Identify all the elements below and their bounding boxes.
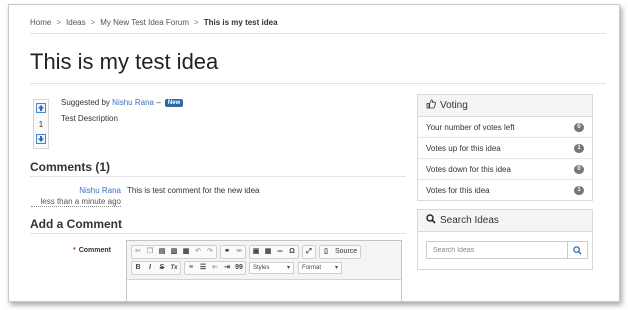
page-frame: Home > Ideas > My New Test Idea Forum > This i…: [8, 4, 620, 302]
strike-button[interactable]: S: [156, 262, 168, 274]
thumbs-up-icon: [426, 99, 436, 112]
search-input[interactable]: [426, 241, 568, 259]
cut-icon[interactable]: ✂: [132, 246, 144, 258]
undo-icon[interactable]: ↶: [192, 246, 204, 258]
page-title: This is my test idea: [30, 49, 219, 74]
vote-widget: 1: [33, 99, 49, 149]
insert-group: ▣ ▦ ═ Ω: [249, 245, 299, 259]
source-icon: ▯: [324, 248, 328, 255]
author-link[interactable]: Nishu Rana: [112, 98, 154, 107]
arrow-up-icon: [38, 105, 44, 111]
editor-toolbar-row-2: B I S Tx ≡ ☰ ⇤ ⇥ 99 Styles ▾ Format ▾: [131, 261, 346, 275]
unlink-icon[interactable]: ⚮: [233, 246, 245, 258]
votes-left-label: Your number of votes left: [426, 122, 515, 132]
source-button[interactable]: Source: [332, 246, 360, 258]
styles-dropdown[interactable]: Styles ▾: [249, 262, 294, 274]
search-form: [426, 241, 588, 259]
breadcrumb-home[interactable]: Home: [30, 18, 51, 27]
format-group: B I S Tx: [131, 261, 181, 275]
arrow-down-icon: [38, 136, 44, 142]
paste-text-icon[interactable]: ▥: [168, 246, 180, 258]
add-comment-heading: Add a Comment: [30, 217, 123, 231]
format-dropdown[interactable]: Format ▾: [298, 262, 342, 274]
comment-text: This is test comment for the new idea: [127, 186, 260, 195]
idea-description: Test Description: [61, 114, 118, 123]
search-panel-header: Search Ideas: [418, 210, 592, 232]
suggested-by-prefix: Suggested by: [61, 98, 110, 107]
rich-text-editor: ✂ ❐ ▤ ▥ ▦ ↶ ↷ ⚭ ⚮ ▣ ▦ ═ Ω ⤢ ▯ Source B I…: [126, 240, 402, 301]
divider: [30, 176, 406, 177]
comments-heading: Comments (1): [30, 160, 111, 174]
comment-editor-area[interactable]: [127, 279, 401, 301]
breadcrumb-ideas[interactable]: Ideas: [66, 18, 86, 27]
bold-button[interactable]: B: [132, 262, 144, 274]
redo-icon[interactable]: ↷: [204, 246, 216, 258]
votes-left-count: 0: [574, 122, 584, 132]
breadcrumb: Home > Ideas > My New Test Idea Forum > This i…: [30, 18, 278, 27]
link-group: ⚭ ⚮: [220, 245, 246, 259]
search-panel: Search Ideas: [417, 209, 593, 270]
votes-total-count: 1: [574, 186, 584, 195]
comment-field-label: * Comment: [49, 247, 111, 254]
indent-icon[interactable]: ⇥: [221, 262, 233, 274]
table-icon[interactable]: ▦: [262, 246, 274, 258]
vote-count: 1: [38, 120, 44, 129]
breadcrumb-current: This is my test idea: [203, 18, 278, 27]
chevron-down-icon: ▾: [334, 265, 338, 271]
votes-total-row: Votes for this idea 1: [418, 180, 592, 201]
italic-button[interactable]: I: [144, 262, 156, 274]
vote-down-button[interactable]: [36, 134, 46, 144]
comment-author-link[interactable]: Nishu Rana: [69, 186, 121, 195]
voting-panel: Voting Your number of votes left 0 Votes…: [417, 94, 593, 201]
image-icon[interactable]: ▣: [250, 246, 262, 258]
search-heading: Search Ideas: [440, 215, 499, 226]
votes-up-label: Votes up for this idea: [426, 143, 501, 153]
paste-icon[interactable]: ▤: [156, 246, 168, 258]
comment-label-text: Comment: [78, 247, 111, 254]
votes-up-row: Votes up for this idea 1: [418, 138, 592, 159]
required-mark: *: [73, 247, 76, 254]
divider: [30, 83, 606, 84]
chevron-down-icon: ▾: [286, 265, 290, 271]
suggested-by: Suggested by Nishu Rana – New: [61, 98, 184, 107]
paste-word-icon[interactable]: ▦: [180, 246, 192, 258]
search-button[interactable]: [568, 241, 588, 259]
horizontal-line-icon[interactable]: ═: [274, 246, 286, 258]
maximize-icon[interactable]: ⤢: [303, 246, 315, 258]
votes-down-label: Votes down for this idea: [426, 164, 511, 174]
comment-timestamp: less than a minute ago: [31, 197, 121, 207]
outdent-icon[interactable]: ⇤: [209, 262, 221, 274]
votes-total-label: Votes for this idea: [426, 186, 490, 195]
source-group: ▯ Source: [319, 245, 362, 259]
styles-dropdown-label: Styles: [253, 265, 270, 271]
link-icon[interactable]: ⚭: [221, 246, 233, 258]
clipboard-group: ✂ ❐ ▤ ▥ ▦ ↶ ↷: [131, 245, 217, 259]
divider: [30, 233, 406, 234]
blockquote-button[interactable]: 99: [233, 262, 245, 274]
author-dash: –: [156, 98, 161, 107]
votes-down-row: Votes down for this idea 0: [418, 159, 592, 180]
search-icon: [426, 214, 436, 227]
voting-panel-header: Voting: [418, 95, 592, 117]
bullet-list-icon[interactable]: ☰: [197, 262, 209, 274]
numbered-list-icon[interactable]: ≡: [185, 262, 197, 274]
votes-left-row: Your number of votes left 0: [418, 117, 592, 138]
remove-format-button[interactable]: Tx: [168, 262, 180, 274]
votes-down-count: 0: [574, 164, 584, 174]
copy-icon[interactable]: ❐: [144, 246, 156, 258]
divider: [30, 33, 606, 34]
editor-toolbar-row-1: ✂ ❐ ▤ ▥ ▦ ↶ ↷ ⚭ ⚮ ▣ ▦ ═ Ω ⤢ ▯ Source: [131, 245, 364, 259]
breadcrumb-forum[interactable]: My New Test Idea Forum: [100, 18, 189, 27]
search-icon: [573, 245, 582, 255]
vote-up-button[interactable]: [36, 103, 46, 113]
format-dropdown-label: Format: [302, 265, 322, 271]
special-char-icon[interactable]: Ω: [286, 246, 298, 258]
new-badge: New: [164, 99, 184, 107]
votes-up-count: 1: [574, 143, 584, 153]
maximize-group: ⤢: [302, 245, 316, 259]
list-group: ≡ ☰ ⇤ ⇥ 99: [184, 261, 246, 275]
voting-heading: Voting: [440, 100, 468, 111]
